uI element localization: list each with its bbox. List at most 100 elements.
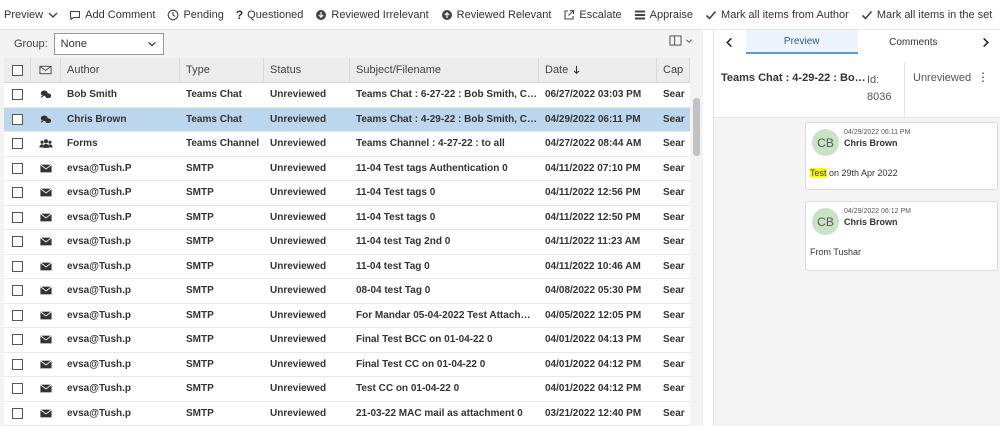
- row-checkbox[interactable]: [12, 113, 23, 125]
- chevron-right-icon: [982, 37, 989, 47]
- message-text: Test on 29th Apr 2022: [810, 168, 898, 178]
- row-checkbox[interactable]: [12, 211, 23, 223]
- author-cell: evsa@Tush.P: [67, 211, 132, 223]
- type-cell: SMTP: [186, 407, 214, 419]
- column-header-subject[interactable]: Subject/Filename: [350, 58, 539, 82]
- column-chooser-button[interactable]: [669, 35, 693, 46]
- column-header-status[interactable]: Status: [264, 58, 350, 82]
- author-cell: evsa@Tush.p: [67, 236, 132, 248]
- row-checkbox[interactable]: [12, 285, 23, 297]
- table-row[interactable]: Chris Brown Teams Chat Unreviewed Teams Cha…: [4, 107, 690, 132]
- next-item-button[interactable]: [969, 30, 1000, 54]
- cap-cell: Sear: [663, 407, 685, 419]
- table-row[interactable]: evsa@Tush.P SMTP Unreviewed 11-04 Test tags…: [4, 157, 690, 181]
- more-options-button[interactable]: ⋮: [977, 62, 989, 117]
- row-checkbox[interactable]: [12, 309, 23, 321]
- group-icon: [31, 132, 61, 156]
- table-row[interactable]: evsa@Tush.p SMTP Unreviewed Final Test BCC …: [4, 328, 690, 353]
- date-cell: 04/27/2022 08:44 AM: [545, 138, 642, 150]
- arrow-up-circle-icon: [441, 9, 452, 20]
- reviewed-relevant-label: Reviewed Relevant: [456, 8, 552, 21]
- row-checkbox[interactable]: [12, 407, 23, 419]
- table-row[interactable]: Forms Teams Channel Unreviewed Teams Channe…: [4, 132, 690, 157]
- row-checkbox[interactable]: [12, 383, 23, 395]
- arrow-down-circle-icon: [316, 9, 327, 20]
- subject-text: Teams Chat : 4-29-22 : Bob Smith, Chris …: [356, 113, 539, 125]
- escalate-button[interactable]: Escalate: [557, 0, 627, 30]
- reviewed-irrelevant-button[interactable]: Reviewed Irrelevant: [309, 0, 434, 30]
- date-cell: 04/08/2022 05:30 PM: [545, 285, 642, 297]
- grid-scrollbar[interactable]: [690, 58, 703, 426]
- mark-set-button[interactable]: Mark all items in the set: [855, 0, 999, 30]
- pending-button[interactable]: Pending: [161, 0, 229, 30]
- column-header-type[interactable]: Type: [180, 58, 264, 82]
- toolbar: Preview Add Comment Pending ? Questioned…: [0, 0, 1000, 30]
- row-checkbox-cell: [4, 377, 31, 401]
- subject-cell: 11-04 test Tag 0: [350, 255, 539, 279]
- tab-preview[interactable]: Preview: [745, 30, 858, 54]
- row-checkbox[interactable]: [12, 236, 23, 248]
- subject-text: 11-04 Test tags 0: [356, 211, 436, 223]
- table-row[interactable]: evsa@Tush.p SMTP Unreviewed Final Test CC o…: [4, 353, 690, 377]
- date-cell: 03/21/2022 12:40 PM: [545, 407, 642, 419]
- group-value: None: [60, 38, 87, 50]
- review-status: Unreviewed: [913, 72, 972, 84]
- previous-item-button[interactable]: [714, 30, 746, 54]
- row-checkbox[interactable]: [12, 138, 23, 150]
- table-row[interactable]: evsa@Tush.p SMTP Unreviewed 11-04 test Tag …: [4, 230, 690, 255]
- status-cell: Unreviewed: [270, 383, 327, 395]
- table-row[interactable]: evsa@Tush.P SMTP Unreviewed 11-04 Test tags…: [4, 206, 690, 230]
- tab-comments[interactable]: Comments: [858, 30, 970, 54]
- table-row[interactable]: evsa@Tush.p SMTP Unreviewed Test CC on 01-0…: [4, 377, 690, 402]
- type-icon-header[interactable]: [31, 58, 61, 82]
- message-body: on 29th Apr 2022: [826, 168, 898, 178]
- row-checkbox[interactable]: [12, 162, 23, 174]
- type-cell: SMTP: [186, 358, 214, 370]
- author-cell: evsa@Tush.p: [67, 407, 132, 419]
- row-checkbox-cell: [4, 132, 31, 156]
- select-all-checkbox[interactable]: [11, 64, 23, 76]
- row-checkbox[interactable]: [12, 187, 23, 199]
- row-checkbox-cell: [4, 108, 31, 132]
- table-row[interactable]: evsa@Tush.p SMTP Unreviewed 11-04 test Tag …: [4, 255, 690, 279]
- date-cell: 04/11/2022 12:56 PM: [545, 187, 641, 199]
- column-header-cap[interactable]: Cap: [657, 58, 690, 82]
- table-row[interactable]: evsa@Tush.p SMTP Unreviewed For Mandar 05-0…: [4, 304, 690, 328]
- avatar: CB: [812, 129, 839, 156]
- type-cell: SMTP: [186, 162, 214, 174]
- column-header-author[interactable]: Author: [61, 58, 180, 82]
- preview-title: Teams Chat : 4-29-22 : Bob ...: [721, 72, 867, 84]
- subject-text: Teams Chat : 6-27-22 : Bob Smith, Chris …: [356, 89, 539, 101]
- columns-icon: [669, 35, 682, 46]
- group-label: Group:: [14, 38, 48, 50]
- table-row[interactable]: evsa@Tush.p SMTP Unreviewed 21-03-22 MAC ma…: [4, 402, 690, 426]
- date-header-label: Date: [545, 64, 569, 76]
- questioned-button[interactable]: ? Questioned: [230, 0, 310, 30]
- table-row[interactable]: Bob Smith Teams Chat Unreviewed Teams Chat …: [4, 83, 690, 108]
- row-checkbox[interactable]: [12, 260, 23, 272]
- table-row[interactable]: evsa@Tush.p SMTP Unreviewed 08-04 test Tag …: [4, 279, 690, 304]
- row-checkbox[interactable]: [12, 89, 23, 101]
- conversation-area: CB 04/29/2022 06:11 PM Chris Brown Test …: [714, 118, 1000, 426]
- preview-dropdown[interactable]: Preview: [4, 0, 63, 30]
- preview-header: Teams Chat : 4-29-22 : Bob ... Id: 8036 …: [714, 62, 1000, 118]
- scrollbar-thumb[interactable]: [693, 98, 700, 156]
- appraise-button[interactable]: Appraise: [628, 0, 699, 30]
- date-cell: 04/05/2022 12:05 PM: [545, 309, 642, 321]
- date-cell: 04/11/2022 07:10 PM: [545, 162, 641, 174]
- add-comment-button[interactable]: Add Comment: [63, 0, 161, 30]
- subject-cell: For Mandar 05-04-2022 Test Attachment 0: [350, 304, 539, 328]
- row-checkbox[interactable]: [12, 334, 23, 346]
- search-hit-highlight: Test: [810, 168, 827, 178]
- group-select[interactable]: None: [53, 33, 164, 55]
- cap-cell: Sear: [663, 309, 685, 321]
- table-row[interactable]: evsa@Tush.P SMTP Unreviewed 11-04 Test tags…: [4, 181, 690, 206]
- date-cell: 04/01/2022 04:13 PM: [545, 334, 642, 346]
- status-cell: Unreviewed: [270, 309, 327, 321]
- mark-author-button[interactable]: Mark all items from Author: [699, 0, 855, 30]
- row-checkbox[interactable]: [12, 358, 23, 370]
- row-checkbox-cell: [4, 304, 31, 328]
- column-header-date[interactable]: Date: [539, 58, 657, 82]
- preview-label: Preview: [4, 8, 44, 21]
- reviewed-relevant-button[interactable]: Reviewed Relevant: [435, 0, 558, 30]
